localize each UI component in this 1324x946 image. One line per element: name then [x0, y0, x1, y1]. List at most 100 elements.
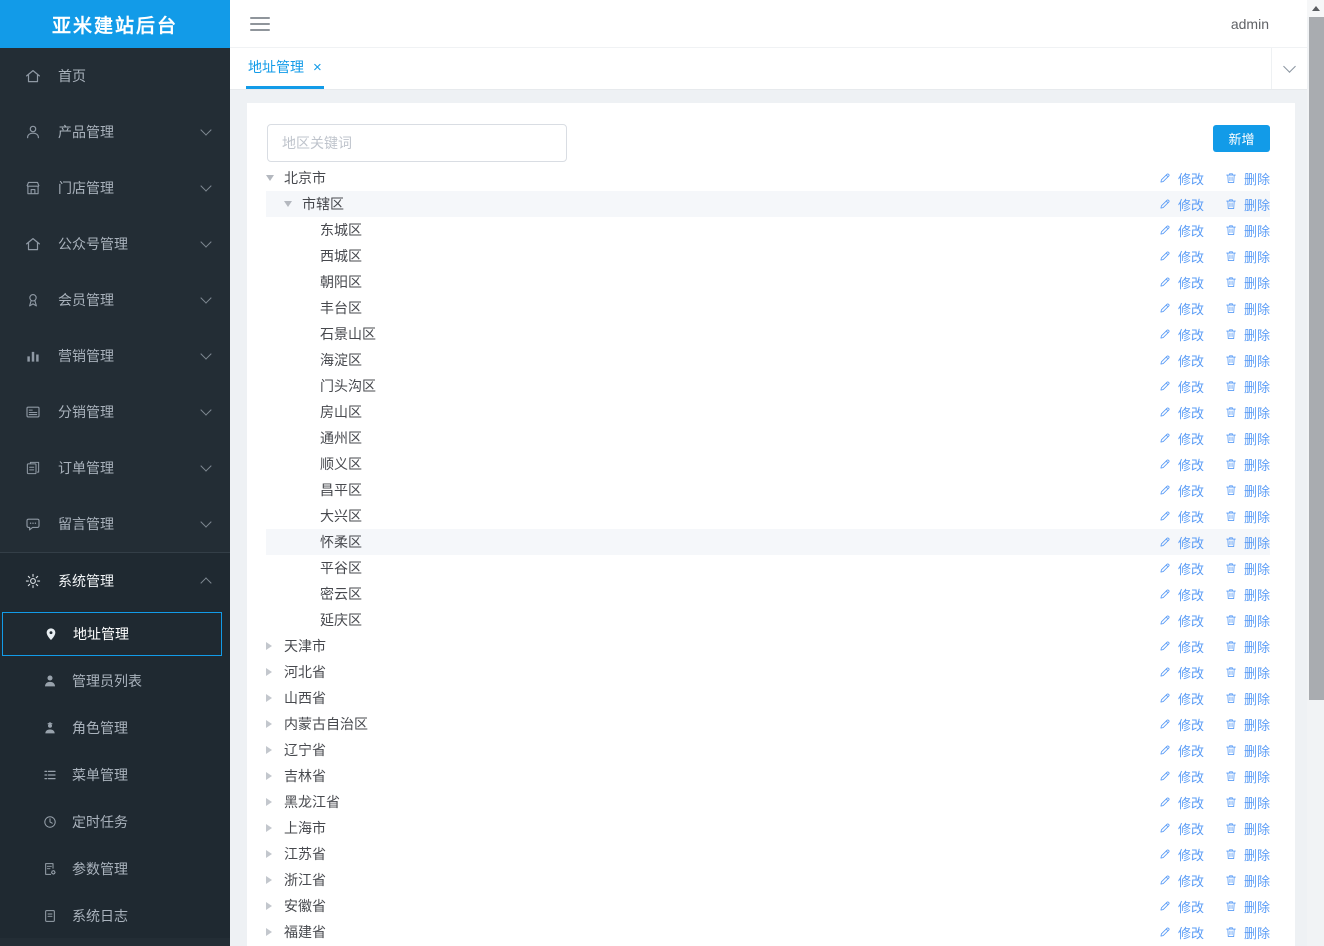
delete-link[interactable]: 删除 [1224, 559, 1270, 578]
sidebar-subitem[interactable]: 定时任务 [2, 800, 222, 844]
delete-link[interactable]: 删除 [1224, 195, 1270, 214]
menu-toggle-icon[interactable] [250, 16, 270, 31]
sidebar-item[interactable]: 会员管理 [0, 272, 230, 328]
tree-row[interactable]: 海淀区 修改 删除 [266, 347, 1270, 373]
delete-link[interactable]: 删除 [1224, 715, 1270, 734]
expand-arrow-icon[interactable] [266, 928, 282, 936]
delete-link[interactable]: 删除 [1224, 429, 1270, 448]
edit-link[interactable]: 修改 [1158, 741, 1204, 760]
sidebar-subitem[interactable]: 参数管理 [2, 847, 222, 891]
expand-arrow-icon[interactable] [266, 772, 282, 780]
edit-link[interactable]: 修改 [1158, 793, 1204, 812]
tree-row[interactable]: 门头沟区 修改 删除 [266, 373, 1270, 399]
user-menu[interactable]: admin [1231, 16, 1269, 32]
sidebar-subitem[interactable]: 角色管理 [2, 706, 222, 750]
delete-link[interactable]: 删除 [1224, 871, 1270, 890]
scrollbar-thumb[interactable] [1309, 17, 1324, 700]
sidebar-subitem[interactable]: 系统日志 [2, 894, 222, 938]
edit-link[interactable]: 修改 [1158, 325, 1204, 344]
expand-arrow-icon[interactable] [266, 850, 282, 858]
tree-row[interactable]: 石景山区 修改 删除 [266, 321, 1270, 347]
expand-arrow-icon[interactable] [266, 746, 282, 754]
tree-row[interactable]: 大兴区 修改 删除 [266, 503, 1270, 529]
delete-link[interactable]: 删除 [1224, 377, 1270, 396]
expand-arrow-icon[interactable] [266, 902, 282, 910]
sidebar-item[interactable]: 产品管理 [0, 104, 230, 160]
expand-arrow-icon[interactable] [284, 201, 300, 207]
delete-link[interactable]: 删除 [1224, 689, 1270, 708]
edit-link[interactable]: 修改 [1158, 429, 1204, 448]
edit-link[interactable]: 修改 [1158, 585, 1204, 604]
delete-link[interactable]: 删除 [1224, 351, 1270, 370]
sidebar-item[interactable]: 门店管理 [0, 160, 230, 216]
edit-link[interactable]: 修改 [1158, 169, 1204, 188]
delete-link[interactable]: 删除 [1224, 455, 1270, 474]
edit-link[interactable]: 修改 [1158, 221, 1204, 240]
sidebar-item[interactable]: 系统管理 [0, 553, 230, 609]
tree-row[interactable]: 上海市 修改 删除 [266, 815, 1270, 841]
sidebar-item[interactable]: 分销管理 [0, 384, 230, 440]
tree-row[interactable]: 延庆区 修改 删除 [266, 607, 1270, 633]
delete-link[interactable]: 删除 [1224, 637, 1270, 656]
edit-link[interactable]: 修改 [1158, 637, 1204, 656]
tree-row[interactable]: 福建省 修改 删除 [266, 919, 1270, 945]
edit-link[interactable]: 修改 [1158, 247, 1204, 266]
edit-link[interactable]: 修改 [1158, 299, 1204, 318]
expand-arrow-icon[interactable] [266, 798, 282, 806]
edit-link[interactable]: 修改 [1158, 273, 1204, 292]
edit-link[interactable]: 修改 [1158, 767, 1204, 786]
tree-row[interactable]: 朝阳区 修改 删除 [266, 269, 1270, 295]
tree-row[interactable]: 顺义区 修改 删除 [266, 451, 1270, 477]
edit-link[interactable]: 修改 [1158, 533, 1204, 552]
tree-row[interactable]: 内蒙古自治区 修改 删除 [266, 711, 1270, 737]
delete-link[interactable]: 删除 [1224, 247, 1270, 266]
delete-link[interactable]: 删除 [1224, 507, 1270, 526]
tree-row[interactable]: 丰台区 修改 删除 [266, 295, 1270, 321]
edit-link[interactable]: 修改 [1158, 897, 1204, 916]
sidebar-item[interactable]: 订单管理 [0, 440, 230, 496]
tab-address-management[interactable]: 地址管理 × [246, 48, 324, 89]
tree-row[interactable]: 平谷区 修改 删除 [266, 555, 1270, 581]
edit-link[interactable]: 修改 [1158, 611, 1204, 630]
expand-arrow-icon[interactable] [266, 175, 282, 181]
edit-link[interactable]: 修改 [1158, 819, 1204, 838]
tree-row[interactable]: 辽宁省 修改 删除 [266, 737, 1270, 763]
tree-row[interactable]: 吉林省 修改 删除 [266, 763, 1270, 789]
sidebar-subitem[interactable]: 地址管理 [2, 612, 222, 656]
edit-link[interactable]: 修改 [1158, 845, 1204, 864]
delete-link[interactable]: 删除 [1224, 481, 1270, 500]
expand-arrow-icon[interactable] [266, 824, 282, 832]
expand-arrow-icon[interactable] [266, 668, 282, 676]
tree-row[interactable]: 天津市 修改 删除 [266, 633, 1270, 659]
scroll-up-icon[interactable] [1307, 0, 1324, 17]
tree-row[interactable]: 黑龙江省 修改 删除 [266, 789, 1270, 815]
search-input[interactable] [267, 124, 567, 162]
tree-row[interactable]: 江苏省 修改 删除 [266, 841, 1270, 867]
tree-row[interactable]: 河北省 修改 删除 [266, 659, 1270, 685]
edit-link[interactable]: 修改 [1158, 377, 1204, 396]
sidebar-item[interactable]: 公众号管理 [0, 216, 230, 272]
tab-options-dropdown[interactable] [1271, 48, 1307, 89]
delete-link[interactable]: 删除 [1224, 663, 1270, 682]
add-button[interactable]: 新增 [1213, 125, 1270, 152]
delete-link[interactable]: 删除 [1224, 299, 1270, 318]
edit-link[interactable]: 修改 [1158, 923, 1204, 942]
edit-link[interactable]: 修改 [1158, 403, 1204, 422]
sidebar-item[interactable]: 营销管理 [0, 328, 230, 384]
delete-link[interactable]: 删除 [1224, 169, 1270, 188]
expand-arrow-icon[interactable] [266, 642, 282, 650]
sidebar-item[interactable]: 首页 [0, 48, 230, 104]
edit-link[interactable]: 修改 [1158, 715, 1204, 734]
edit-link[interactable]: 修改 [1158, 195, 1204, 214]
delete-link[interactable]: 删除 [1224, 819, 1270, 838]
edit-link[interactable]: 修改 [1158, 507, 1204, 526]
delete-link[interactable]: 删除 [1224, 325, 1270, 344]
delete-link[interactable]: 删除 [1224, 767, 1270, 786]
edit-link[interactable]: 修改 [1158, 481, 1204, 500]
tree-row[interactable]: 北京市 修改 删除 [266, 165, 1270, 191]
tree-row[interactable]: 密云区 修改 删除 [266, 581, 1270, 607]
edit-link[interactable]: 修改 [1158, 455, 1204, 474]
tree-row[interactable]: 西城区 修改 删除 [266, 243, 1270, 269]
expand-arrow-icon[interactable] [266, 720, 282, 728]
expand-arrow-icon[interactable] [266, 694, 282, 702]
